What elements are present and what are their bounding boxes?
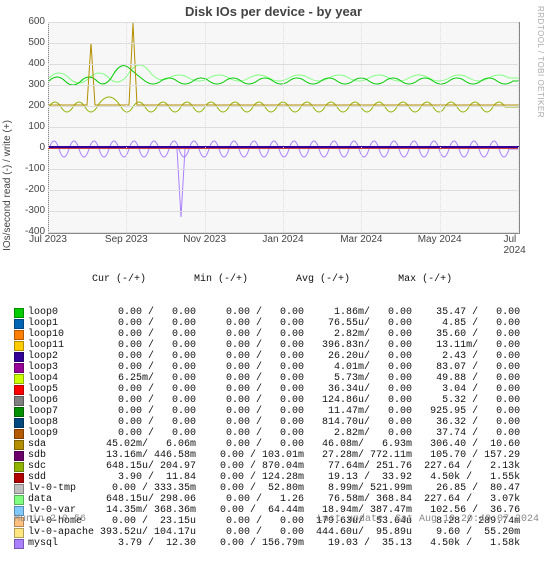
legend-text: loop3 0.00 / 0.00 0.00 / 0.00 4.01m/ 0.0… bbox=[28, 362, 520, 373]
legend-swatch bbox=[14, 528, 24, 538]
legend-swatch bbox=[14, 341, 24, 351]
legend-text: mysql 3.79 / 12.30 0.00 / 156.79m 19.03 … bbox=[28, 538, 520, 549]
legend-row: data 648.15u/ 298.06 0.00 / 1.26 76.58m/… bbox=[14, 494, 520, 505]
legend-row: loop5 0.00 / 0.00 0.00 / 0.00 36.34u/ 0.… bbox=[14, 384, 520, 395]
legend-row: sdc 648.15u/ 204.97 0.00 / 870.04m 77.64… bbox=[14, 461, 520, 472]
legend-row: sdd 3.90 / 11.84 0.00 / 124.28m 19.13 / … bbox=[14, 472, 520, 483]
legend-row: loop7 0.00 / 0.00 0.00 / 0.00 11.47m/ 0.… bbox=[14, 406, 520, 417]
legend-row: loop6 0.00 / 0.00 0.00 / 0.00 124.86u/ 0… bbox=[14, 395, 520, 406]
y-tick-label: -100 bbox=[5, 163, 45, 174]
legend-swatch bbox=[14, 352, 24, 362]
legend-row: loop9 0.00 / 0.00 0.00 / 0.00 2.82m/ 0.0… bbox=[14, 428, 520, 439]
legend-swatch bbox=[14, 330, 24, 340]
footer-update: Last update: Sat Aug 10 20:40:07 2024 bbox=[317, 514, 539, 525]
legend-text: sdb 13.16m/ 446.58m 0.00 / 103.01m 27.28… bbox=[28, 450, 520, 461]
y-tick-label: 0 bbox=[5, 142, 45, 153]
plot-svg bbox=[49, 23, 519, 233]
legend-header: Cur (-/+) Min (-/+) Avg (-/+) Max (-/+) bbox=[14, 274, 520, 285]
chart-container: RRDTOOL / TOBI OETIKER Disk IOs per devi… bbox=[0, 0, 547, 527]
legend-text: loop10 0.00 / 0.00 0.00 / 0.00 2.82m/ 0.… bbox=[28, 329, 520, 340]
legend-text: loop9 0.00 / 0.00 0.00 / 0.00 2.82m/ 0.0… bbox=[28, 428, 520, 439]
y-tick-label: 100 bbox=[5, 121, 45, 132]
legend-text: loop5 0.00 / 0.00 0.00 / 0.00 36.34u/ 0.… bbox=[28, 384, 520, 395]
legend-text: loop2 0.00 / 0.00 0.00 / 0.00 26.20u/ 0.… bbox=[28, 351, 520, 362]
legend-text: lv-0-tmp 0.00 / 333.35m 0.00 / 52.80m 8.… bbox=[28, 483, 520, 494]
grid-line-v bbox=[205, 22, 206, 232]
legend-text: loop6 0.00 / 0.00 0.00 / 0.00 124.86u/ 0… bbox=[28, 395, 520, 406]
x-tick-label: Mar 2024 bbox=[340, 234, 382, 245]
x-tick-label: Jan 2024 bbox=[262, 234, 303, 245]
legend-row: mysql 3.79 / 12.30 0.00 / 156.79m 19.03 … bbox=[14, 538, 520, 549]
grid-line-v bbox=[126, 22, 127, 232]
legend-row: lv-0-tmp 0.00 / 333.35m 0.00 / 52.80m 8.… bbox=[14, 483, 520, 494]
legend-swatch bbox=[14, 319, 24, 329]
grid-line-v bbox=[48, 22, 49, 232]
y-tick-label: 400 bbox=[5, 58, 45, 69]
legend-row: sda 45.02m/ 6.06m 0.00 / 0.00 46.08m/ 6.… bbox=[14, 439, 520, 450]
y-tick-label: 600 bbox=[5, 16, 45, 27]
legend-row: loop2 0.00 / 0.00 0.00 / 0.00 26.20u/ 0.… bbox=[14, 351, 520, 362]
legend-row: loop8 0.00 / 0.00 0.00 / 0.00 814.70u/ 0… bbox=[14, 417, 520, 428]
legend-swatch bbox=[14, 363, 24, 373]
y-tick-label: 300 bbox=[5, 79, 45, 90]
legend-swatch bbox=[14, 396, 24, 406]
legend-text: sda 45.02m/ 6.06m 0.00 / 0.00 46.08m/ 6.… bbox=[28, 439, 520, 450]
footer: Munin 2.0.56 Last update: Sat Aug 10 20:… bbox=[14, 514, 539, 525]
y-tick-label: 500 bbox=[5, 37, 45, 48]
legend-row: sdb 13.16m/ 446.58m 0.00 / 103.01m 27.28… bbox=[14, 450, 520, 461]
legend-text: loop0 0.00 / 0.00 0.00 / 0.00 1.86m/ 0.0… bbox=[28, 307, 520, 318]
grid-line-v bbox=[518, 22, 519, 232]
legend-swatch bbox=[14, 451, 24, 461]
legend-swatch bbox=[14, 385, 24, 395]
legend-text: loop11 0.00 / 0.00 0.00 / 0.00 396.83n/ … bbox=[28, 340, 520, 351]
legend-row: loop10 0.00 / 0.00 0.00 / 0.00 2.82m/ 0.… bbox=[14, 329, 520, 340]
legend-swatch bbox=[14, 484, 24, 494]
legend-text: loop7 0.00 / 0.00 0.00 / 0.00 11.47m/ 0.… bbox=[28, 406, 520, 417]
legend-row: loop0 0.00 / 0.00 0.00 / 0.00 1.86m/ 0.0… bbox=[14, 307, 520, 318]
grid-line-v bbox=[361, 22, 362, 232]
legend-text: loop1 0.00 / 0.00 0.00 / 0.00 76.55u/ 0.… bbox=[28, 318, 520, 329]
x-tick-label: Nov 2023 bbox=[183, 234, 226, 245]
legend-swatch bbox=[14, 374, 24, 384]
y-tick-label: -300 bbox=[5, 205, 45, 216]
watermark-text: RRDTOOL / TOBI OETIKER bbox=[536, 6, 545, 118]
plot-area bbox=[48, 22, 520, 234]
legend-text: loop8 0.00 / 0.00 0.00 / 0.00 814.70u/ 0… bbox=[28, 417, 520, 428]
legend-rows: loop0 0.00 / 0.00 0.00 / 0.00 1.86m/ 0.0… bbox=[14, 307, 520, 549]
grid-line-h bbox=[48, 232, 518, 233]
x-tick-label: May 2024 bbox=[418, 234, 462, 245]
y-tick-label: 200 bbox=[5, 100, 45, 111]
x-tick-label: Jul 2023 bbox=[29, 234, 67, 245]
x-tick-label: Sep 2023 bbox=[105, 234, 148, 245]
legend-row: lv-0-apache 393.52u/ 104.17u 0.00 / 0.00… bbox=[14, 527, 520, 538]
legend-swatch bbox=[14, 440, 24, 450]
legend-text: sdc 648.15u/ 204.97 0.00 / 870.04m 77.64… bbox=[28, 461, 520, 472]
grid-line-v bbox=[283, 22, 284, 232]
legend-text: lv-0-apache 393.52u/ 104.17u 0.00 / 0.00… bbox=[28, 527, 520, 538]
legend-swatch bbox=[14, 418, 24, 428]
legend-row: loop1 0.00 / 0.00 0.00 / 0.00 76.55u/ 0.… bbox=[14, 318, 520, 329]
legend-swatch bbox=[14, 495, 24, 505]
legend-row: loop11 0.00 / 0.00 0.00 / 0.00 396.83n/ … bbox=[14, 340, 520, 351]
legend-swatch bbox=[14, 539, 24, 549]
legend-swatch bbox=[14, 473, 24, 483]
y-tick-label: -200 bbox=[5, 184, 45, 195]
footer-program: Munin 2.0.56 bbox=[14, 514, 86, 525]
legend-text: data 648.15u/ 298.06 0.00 / 1.26 76.58m/… bbox=[28, 494, 520, 505]
legend-swatch bbox=[14, 407, 24, 417]
legend-row: loop3 0.00 / 0.00 0.00 / 0.00 4.01m/ 0.0… bbox=[14, 362, 520, 373]
chart-title: Disk IOs per device - by year bbox=[0, 0, 547, 19]
legend-swatch bbox=[14, 429, 24, 439]
legend-swatch bbox=[14, 308, 24, 318]
legend-text: sdd 3.90 / 11.84 0.00 / 124.28m 19.13 / … bbox=[28, 472, 520, 483]
legend-row: loop4 6.25m/ 0.00 0.00 / 0.00 5.73m/ 0.0… bbox=[14, 373, 520, 384]
legend-text: loop4 6.25m/ 0.00 0.00 / 0.00 5.73m/ 0.0… bbox=[28, 373, 520, 384]
grid-line-v bbox=[440, 22, 441, 232]
legend-swatch bbox=[14, 462, 24, 472]
